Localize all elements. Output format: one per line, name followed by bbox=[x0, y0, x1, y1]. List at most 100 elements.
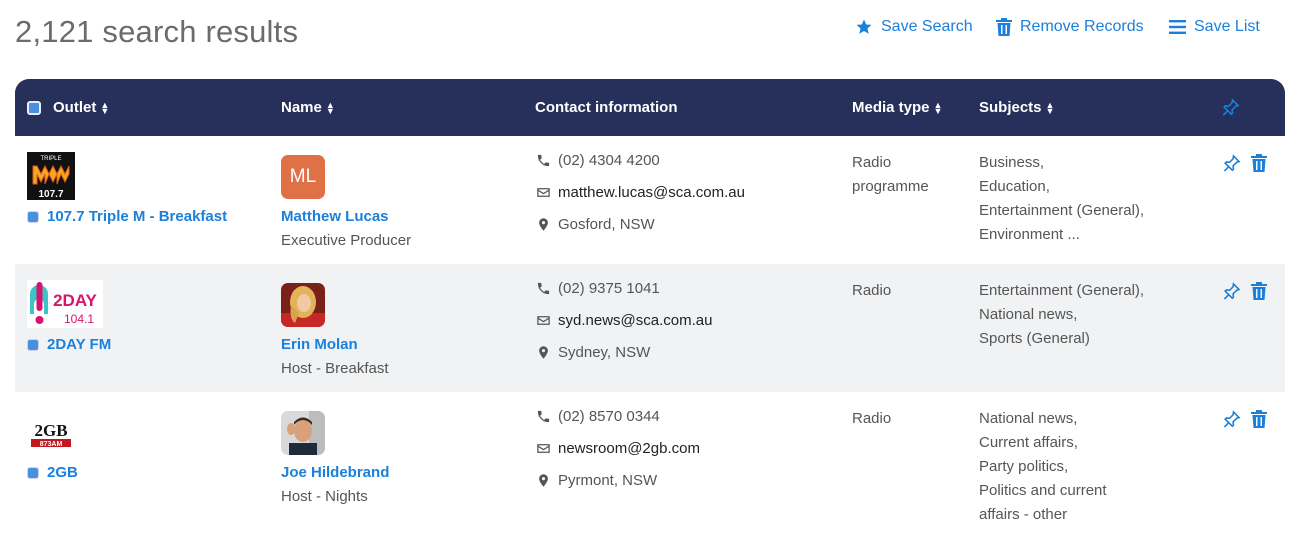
outlet-logo: 2GB 873AM bbox=[27, 408, 75, 461]
avatar bbox=[281, 283, 325, 327]
header-outlet-label: Outlet bbox=[53, 99, 97, 116]
row-actions bbox=[1222, 154, 1277, 173]
phone-icon bbox=[537, 410, 550, 423]
subject-item: affairs - other bbox=[979, 506, 1068, 523]
media-type: Radio bbox=[852, 410, 892, 427]
subject-item: Environment ... bbox=[979, 226, 1080, 243]
trash-icon bbox=[996, 18, 1012, 36]
pin-icon bbox=[1223, 410, 1241, 428]
avatar-initials: ML bbox=[289, 166, 317, 187]
subject-item: Entertainment (General), bbox=[979, 202, 1145, 219]
subject-item: National news, bbox=[979, 410, 1078, 427]
table-row: 2GB 873AM 2GB Joe Hildebrand Host - Nigh… bbox=[15, 392, 1285, 523]
header-name-label: Name bbox=[281, 99, 322, 116]
email-address[interactable]: matthew.lucas@sca.com.au bbox=[558, 184, 745, 201]
pin-icon bbox=[1223, 282, 1241, 300]
phone-icon bbox=[537, 282, 550, 295]
contact-role: Host - Breakfast bbox=[281, 360, 389, 377]
header-pin[interactable] bbox=[1221, 79, 1240, 136]
logo-text-top: 2DAY bbox=[53, 291, 97, 310]
sort-icon[interactable]: ▲ ▼ bbox=[1046, 100, 1055, 115]
email-address[interactable]: syd.news@sca.com.au bbox=[558, 312, 712, 329]
location-line: Sydney, NSW bbox=[536, 344, 650, 361]
outlet-link[interactable]: 107.7 Triple M - Breakfast bbox=[27, 208, 227, 225]
outlet-name: 2DAY FM bbox=[47, 336, 112, 353]
map-marker-icon bbox=[539, 346, 548, 359]
pin-button[interactable] bbox=[1222, 410, 1241, 429]
sort-icon[interactable]: ▲ ▼ bbox=[934, 100, 943, 115]
pin-button[interactable] bbox=[1222, 154, 1241, 173]
results-table: Outlet ▲ ▼ Name ▲ ▼ Contact information Me… bbox=[15, 79, 1285, 523]
outlet-logo: 2DAY 104.1 bbox=[27, 280, 103, 333]
contact-name[interactable]: Matthew Lucas bbox=[281, 208, 389, 225]
subjects-list: Entertainment (General), National news, … bbox=[979, 279, 1169, 351]
trash-icon bbox=[1251, 282, 1267, 300]
email-line: syd.news@sca.com.au bbox=[536, 312, 712, 329]
save-list-button[interactable]: Save List bbox=[1169, 18, 1260, 36]
map-marker-icon bbox=[539, 218, 548, 231]
results-title: 2,121 search results bbox=[15, 14, 299, 49]
remove-records-button[interactable]: Remove Records bbox=[996, 18, 1144, 36]
contact-role: Host - Nights bbox=[281, 488, 368, 505]
row-checkbox[interactable] bbox=[27, 210, 39, 223]
save-list-label: Save List bbox=[1194, 18, 1260, 35]
header-media-type[interactable]: Media type ▲ ▼ bbox=[852, 79, 942, 136]
row-checkbox[interactable] bbox=[27, 466, 39, 479]
subject-item: National news, bbox=[979, 306, 1078, 323]
subject-item: Politics and current bbox=[979, 482, 1107, 499]
pin-button[interactable] bbox=[1222, 282, 1241, 301]
avatar: ML bbox=[281, 155, 325, 199]
contact-name[interactable]: Erin Molan bbox=[281, 336, 358, 353]
subject-item: Education, bbox=[979, 178, 1050, 195]
delete-button[interactable] bbox=[1251, 410, 1267, 429]
location-line: Pyrmont, NSW bbox=[536, 472, 657, 489]
outlet-link[interactable]: 2GB bbox=[27, 464, 78, 481]
subjects-list: National news, Current affairs, Party po… bbox=[979, 407, 1169, 527]
outlet-name: 107.7 Triple M - Breakfast bbox=[47, 208, 228, 225]
subject-item: Entertainment (General), bbox=[979, 282, 1145, 299]
pin-icon bbox=[1222, 98, 1240, 116]
logo-text-bottom: 104.1 bbox=[64, 312, 94, 326]
phone-icon bbox=[537, 154, 550, 167]
star-icon bbox=[856, 19, 872, 34]
row-checkbox[interactable] bbox=[27, 338, 39, 351]
row-actions bbox=[1222, 282, 1277, 301]
sort-icon[interactable]: ▲ ▼ bbox=[326, 100, 335, 115]
outlet-link[interactable]: 2DAY FM bbox=[27, 336, 111, 353]
trash-icon bbox=[1251, 154, 1267, 172]
table-row: TRIPLE 107.7 107.7 Triple M - Breakfast … bbox=[15, 136, 1285, 264]
media-type: Radio bbox=[852, 282, 892, 299]
envelope-icon bbox=[537, 188, 550, 197]
location-line: Gosford, NSW bbox=[536, 216, 655, 233]
logo-text-top: 2GB bbox=[34, 421, 67, 440]
map-marker-icon bbox=[539, 474, 548, 487]
header-subjects[interactable]: Subjects ▲ ▼ bbox=[979, 79, 1054, 136]
remove-records-label: Remove Records bbox=[1020, 18, 1144, 35]
delete-button[interactable] bbox=[1251, 154, 1267, 173]
header-name[interactable]: Name ▲ ▼ bbox=[281, 79, 335, 136]
phone-number: (02) 4304 4200 bbox=[558, 152, 660, 169]
location: Sydney, NSW bbox=[558, 344, 651, 361]
table-header: Outlet ▲ ▼ Name ▲ ▼ Contact information Me… bbox=[15, 79, 1285, 136]
delete-button[interactable] bbox=[1251, 282, 1267, 301]
pin-icon bbox=[1223, 154, 1241, 172]
logo-text-top: TRIPLE bbox=[40, 156, 61, 162]
save-search-label: Save Search bbox=[881, 18, 973, 35]
header-outlet[interactable]: Outlet ▲ ▼ bbox=[27, 79, 109, 136]
email-address[interactable]: newsroom@2gb.com bbox=[558, 440, 700, 457]
row-actions bbox=[1222, 410, 1277, 429]
contact-name[interactable]: Joe Hildebrand bbox=[281, 464, 389, 481]
phone-line: (02) 4304 4200 bbox=[536, 152, 660, 169]
trash-icon bbox=[1251, 410, 1267, 428]
logo-text-bottom: 107.7 bbox=[38, 189, 63, 200]
phone-line: (02) 8570 0344 bbox=[536, 408, 660, 425]
outlet-logo: TRIPLE 107.7 bbox=[27, 152, 75, 205]
location: Gosford, NSW bbox=[558, 216, 655, 233]
envelope-icon bbox=[537, 444, 550, 453]
sort-icon[interactable]: ▲ ▼ bbox=[100, 100, 109, 115]
select-all-checkbox[interactable] bbox=[27, 100, 41, 115]
logo-text-bottom: 873AM bbox=[40, 441, 63, 448]
save-search-button[interactable]: Save Search bbox=[855, 18, 973, 36]
phone-number: (02) 9375 1041 bbox=[558, 280, 660, 297]
subject-item: Business, bbox=[979, 154, 1045, 171]
